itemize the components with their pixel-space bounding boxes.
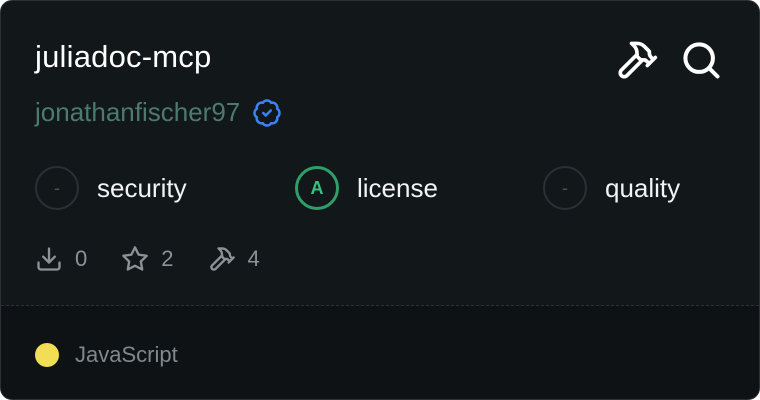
language-color-dot	[35, 343, 59, 367]
security-label: security	[97, 172, 187, 203]
license-grade: A	[295, 166, 339, 210]
search-icon	[683, 42, 720, 79]
server-card[interactable]: juliadoc-mcp jonathanfischer97 - securit…	[0, 0, 760, 400]
score-badges: - security A license - quality	[35, 164, 735, 214]
quality-grade: -	[543, 166, 587, 210]
card-actions	[615, 38, 723, 82]
language-tag: JavaScript	[35, 342, 178, 368]
stat-stars: 2	[121, 245, 174, 273]
stats-row: 0 2 4	[35, 245, 294, 273]
license-label: license	[357, 172, 438, 203]
author-name[interactable]: jonathanfischer97	[35, 97, 240, 128]
download-icon	[37, 247, 61, 271]
star-icon	[122, 246, 149, 271]
badge-security[interactable]: - security	[35, 164, 187, 212]
search-button[interactable]	[679, 38, 723, 82]
author-row: jonathanfischer97	[35, 97, 282, 128]
stat-downloads: 0	[35, 245, 87, 273]
language-name: JavaScript	[75, 342, 178, 367]
hammer-button[interactable]	[615, 38, 659, 82]
verified-badge-icon	[253, 98, 281, 127]
card-title[interactable]: juliadoc-mcp	[35, 39, 211, 75]
hammer-icon	[209, 247, 235, 271]
tools-count: 4	[247, 246, 260, 271]
hammer-icon	[618, 41, 658, 79]
quality-label: quality	[605, 172, 681, 203]
stars-count: 2	[161, 246, 174, 271]
card-footer: JavaScript	[1, 306, 759, 399]
badge-quality[interactable]: - quality	[543, 164, 680, 212]
badge-license[interactable]: A license	[295, 164, 438, 212]
security-grade: -	[35, 166, 79, 210]
stat-tools: 4	[208, 245, 260, 273]
downloads-count: 0	[75, 246, 88, 271]
